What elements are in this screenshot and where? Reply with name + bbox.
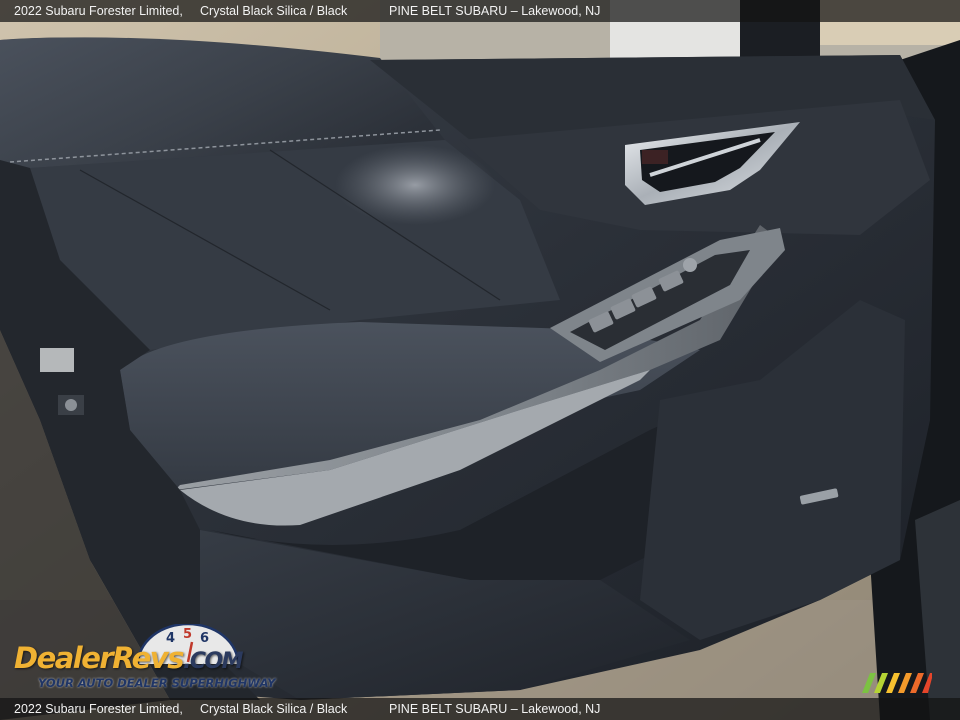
watermark-brand-com: .COM [182, 649, 244, 674]
watermark-tagline: YOUR AUTO DEALER SUPERHIGHWAY [38, 676, 276, 690]
caption-dealer-name: PINE BELT SUBARU – Lakewood, NJ [389, 702, 601, 716]
gauge-digit: 5 [183, 627, 192, 642]
caption-bar-top: 2022 Subaru Forester Limited, Crystal Bl… [0, 0, 960, 22]
dealerrevs-watermark: 4 5 6 DealerRevs.COM YOUR AUTO DEALER SU… [10, 624, 276, 696]
caption-dealer-name: PINE BELT SUBARU – Lakewood, NJ [389, 4, 601, 18]
door-interior-photo [0, 0, 960, 720]
watermark-brand-revs: Revs [112, 641, 184, 675]
watermark-brand: DealerRevs.COM [14, 641, 244, 675]
color-stripes-logo-icon [862, 673, 932, 693]
caption-vehicle-color: Crystal Black Silica / Black [200, 4, 348, 18]
caption-vehicle-title: 2022 Subaru Forester Limited, [14, 4, 183, 18]
caption-vehicle-title: 2022 Subaru Forester Limited, [14, 702, 183, 716]
watermark-brand-dealer: Dealer [14, 641, 114, 675]
caption-bar-bottom: 2022 Subaru Forester Limited, Crystal Bl… [0, 698, 960, 720]
caption-vehicle-color: Crystal Black Silica / Black [200, 702, 348, 716]
